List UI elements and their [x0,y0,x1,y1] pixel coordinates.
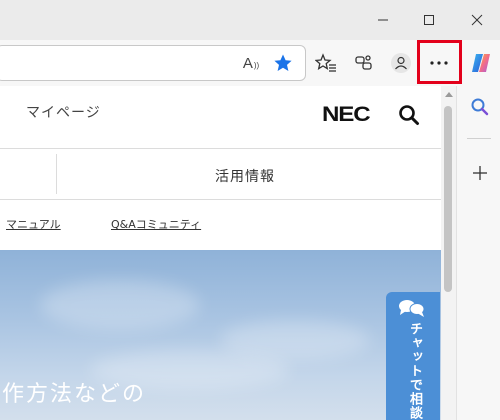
manual-link[interactable]: マニュアル [6,216,61,232]
favorite-star-icon [274,54,292,71]
sidebar-divider [467,138,491,139]
nav-separator [56,154,57,194]
favorite-star-button[interactable] [268,48,298,78]
favorites-icon [315,53,336,72]
favorites-button[interactable] [311,48,341,78]
chat-consult-button[interactable]: チャットで相談 [386,292,440,420]
qa-community-link[interactable]: Q&Aコミュニティ [111,216,201,232]
copilot-button[interactable] [466,48,496,78]
collections-button[interactable] [349,48,379,78]
more-button-highlight [417,40,462,84]
chat-consult-label: チャットで相談 [407,322,422,420]
scroll-up-arrow-icon[interactable] [445,92,453,97]
scroll-thumb[interactable] [444,106,452,292]
search-icon [471,98,489,116]
nec-logo[interactable]: NEC [322,103,371,127]
minimize-icon [378,19,388,21]
search-icon [399,105,419,125]
nav-divider [0,199,441,200]
add-icon [473,166,487,180]
sidebar-search-button[interactable] [469,96,491,118]
chat-bubble-icon [399,300,425,317]
copilot-icon [472,54,490,72]
sidebar-add-button[interactable] [469,162,491,184]
profile-icon [391,53,411,73]
maximize-button[interactable] [406,0,452,40]
profile-button[interactable] [386,48,416,78]
minimize-button[interactable] [360,0,406,40]
read-aloud-icon: A)) [242,54,260,72]
page-search-button[interactable] [398,104,420,130]
mypage-link[interactable]: マイページ [26,102,101,122]
hero-banner: 作方法などの [0,250,441,420]
nav-item-usage[interactable]: 活用情報 [215,166,275,186]
edge-sidebar [456,86,500,420]
hero-text: 作方法などの [2,382,147,407]
window-titlebar [0,0,500,40]
read-aloud-button[interactable]: A)) [236,48,266,78]
maximize-icon [424,15,434,25]
close-icon [471,14,483,26]
web-page: マイページ NEC 活用情報 マニュアル Q&Aコミュニティ 作方法などの チャ… [0,86,441,420]
close-button[interactable] [454,0,500,40]
collections-icon [355,55,372,70]
header-divider [0,148,441,149]
page-scrollbar[interactable] [441,86,456,420]
